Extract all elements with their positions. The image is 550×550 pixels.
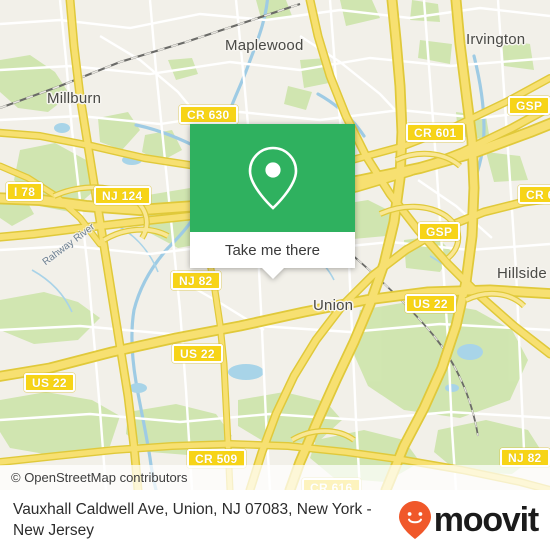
popup-header xyxy=(190,124,355,232)
map-attribution-bar: © OpenStreetMap contributors xyxy=(0,465,550,490)
location-caption: Vauxhall Caldwell Ave, Union, NJ 07083, … xyxy=(13,501,372,539)
moovit-smiley-pin-icon xyxy=(398,501,431,539)
popup-action-label[interactable]: Take me there xyxy=(190,232,355,268)
road-shield-i-78[interactable]: I 78 xyxy=(6,182,44,201)
place-label-irvington: Irvington xyxy=(466,31,526,48)
road-shield-nj-124[interactable]: NJ 124 xyxy=(94,186,151,205)
moovit-map-page: Maplewood Irvington Millburn Hillside Un… xyxy=(0,0,550,550)
location-pin-icon xyxy=(248,146,297,210)
road-shield-cr-601[interactable]: CR 601 xyxy=(406,123,465,142)
popup-pointer-tail xyxy=(261,268,284,279)
map-canvas[interactable]: Maplewood Irvington Millburn Hillside Un… xyxy=(0,0,550,490)
place-label-hillside: Hillside xyxy=(497,265,547,282)
road-shield-gsp-south[interactable]: GSP xyxy=(418,222,461,241)
place-label-maplewood: Maplewood xyxy=(225,37,304,54)
road-shield-cr-601-east[interactable]: CR 60 xyxy=(518,185,550,204)
road-shield-us-22-west[interactable]: US 22 xyxy=(24,373,75,392)
road-shield-us-22-east[interactable]: US 22 xyxy=(405,294,456,313)
place-label-millburn: Millburn xyxy=(47,90,102,107)
destination-popup-card[interactable]: Take me there xyxy=(190,124,355,279)
caption-bar: Vauxhall Caldwell Ave, Union, NJ 07083, … xyxy=(0,490,550,550)
place-label-union: Union xyxy=(313,297,354,314)
moovit-brand-logo[interactable]: moovit xyxy=(398,500,539,540)
attribution-text[interactable]: © OpenStreetMap contributors xyxy=(11,470,188,485)
moovit-wordmark: moovit xyxy=(433,501,539,539)
road-shield-us-22-mid[interactable]: US 22 xyxy=(172,344,223,363)
road-shield-gsp-north[interactable]: GSP xyxy=(508,96,550,115)
road-shield-nj-82-west[interactable]: NJ 82 xyxy=(171,271,221,290)
road-shield-cr-630[interactable]: CR 630 xyxy=(179,105,238,124)
